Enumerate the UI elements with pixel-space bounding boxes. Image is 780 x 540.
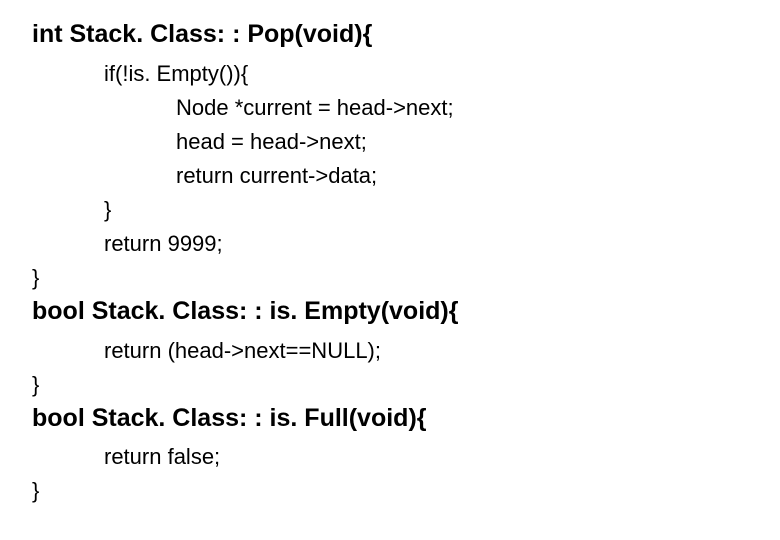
code-slide: int Stack. Class: : Pop(void){ if(!is. E… (0, 0, 780, 527)
code-line: } (32, 193, 752, 227)
code-line: return false; (32, 440, 752, 474)
code-line: } (32, 368, 752, 402)
code-line: } (32, 261, 752, 295)
fn-signature-pop: int Stack. Class: : Pop(void){ (32, 18, 752, 51)
code-line: return (head->next==NULL); (32, 334, 752, 368)
code-line: } (32, 474, 752, 508)
code-line: return 9999; (32, 227, 752, 261)
code-line: return current->data; (32, 159, 752, 193)
code-line: head = head->next; (32, 125, 752, 159)
code-line: if(!is. Empty()){ (32, 57, 752, 91)
code-line: Node *current = head->next; (32, 91, 752, 125)
fn-signature-isempty: bool Stack. Class: : is. Empty(void){ (32, 295, 752, 328)
fn-signature-isfull: bool Stack. Class: : is. Full(void){ (32, 402, 752, 435)
